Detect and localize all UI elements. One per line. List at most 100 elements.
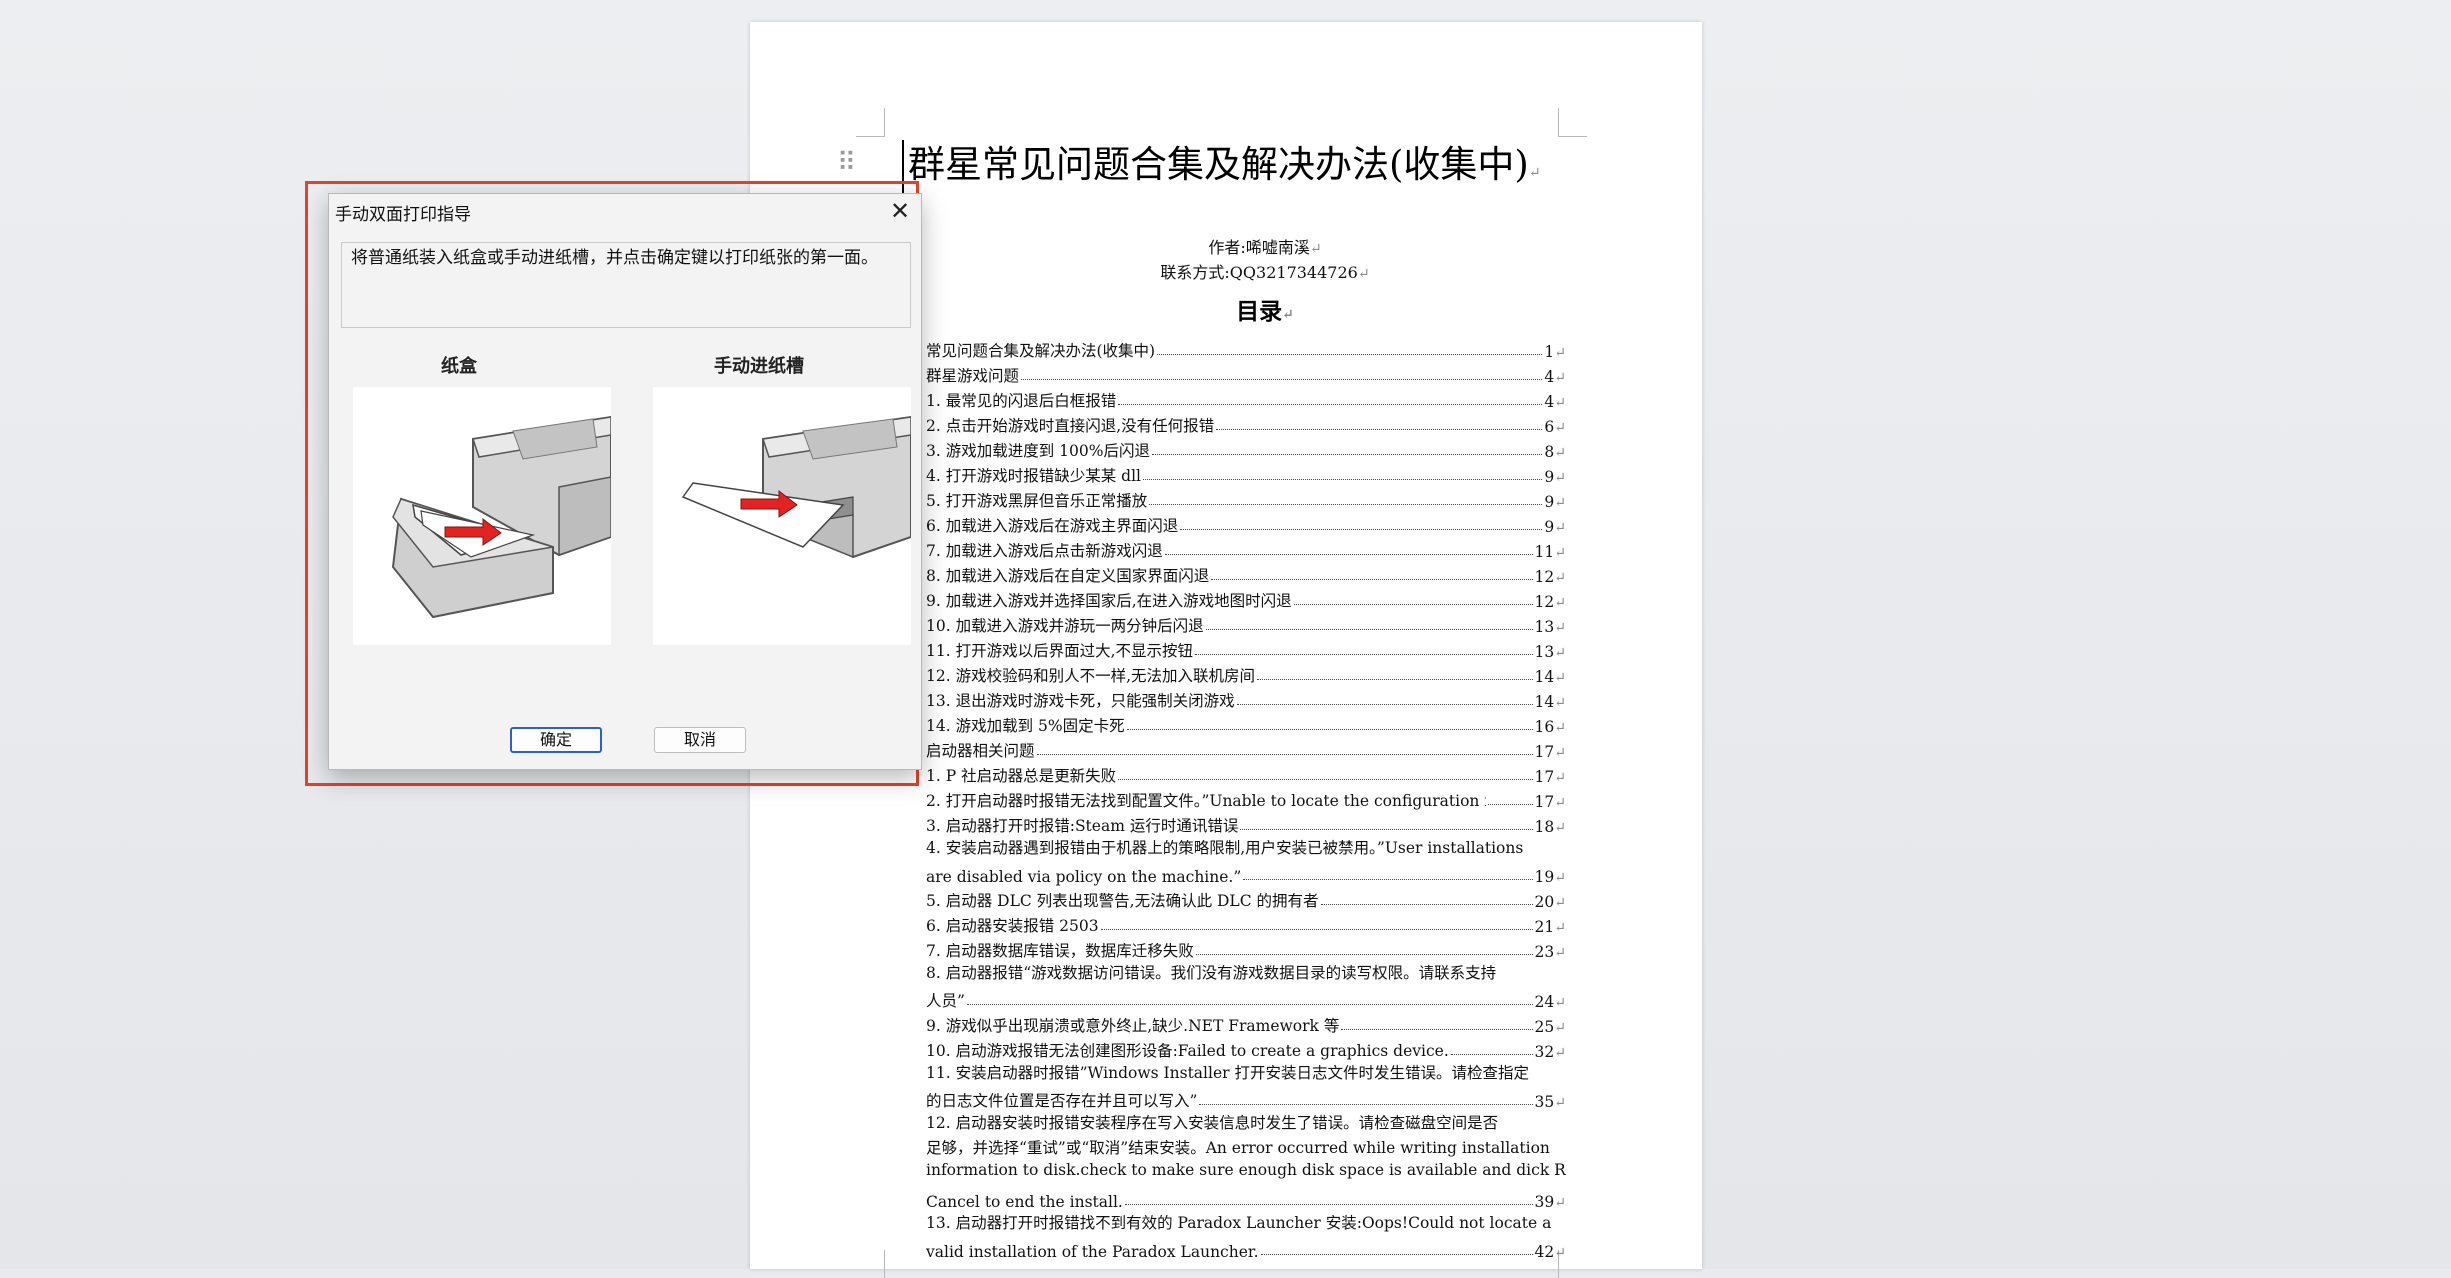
toc-entry-text: 9. 加载进入游戏并选择国家后,在进入游戏地图时闪退 [926,592,1292,610]
toc-entry[interactable]: 1. 最常见的闪退后白框报错 4 ↵ [926,386,1566,411]
paragraph-mark: ↵ [1554,620,1566,636]
toc-entry[interactable]: 2. 点击开始游戏时直接闪退,没有任何报错 6 ↵ [926,411,1566,436]
toc-entry[interactable]: 9. 游戏似乎出现崩溃或意外终止,缺少.NET Framework 等 25 ↵ [926,1011,1566,1036]
ok-button[interactable]: 确定 [510,727,602,753]
toc-entry-text: 2. 打开启动器时报错无法找到配置文件。”Unable to locate th… [926,792,1486,810]
toc-entry[interactable]: valid installation of the Paradox Launch… [926,1236,1566,1261]
toc-entry-text: 7. 启动器数据库错误，数据库迁移失败 [926,942,1194,960]
toc-leader-dots [1151,454,1543,455]
toc-leader-dots [1126,729,1533,730]
toc-entry[interactable]: 1. P 社启动器总是更新失败 17 ↵ [926,761,1566,786]
paragraph-mark: ↵ [1554,470,1566,486]
instruction-text: 将普通纸装入纸盒或手动进纸槽，并点击确定键以打印纸张的第一面。 [351,248,878,268]
toc-page-number: 8 [1544,443,1555,461]
toc-entry-text: 群星游戏问题 [926,367,1020,385]
toc-leader-dots [1100,929,1533,930]
paragraph-mark: ↵ [1554,820,1566,836]
paragraph-mark: ↵ [1554,345,1566,361]
toc-entry-text: 3. 启动器打开时报错:Steam 运行时通讯错误 [926,817,1239,835]
toc-entry-line[interactable]: 11. 安装启动器时报错”Windows Installer 打开安装日志文件时… [926,1061,1566,1086]
table-of-contents: 常见问题合集及解决办法(收集中) 1 ↵ 群星游戏问题 4 ↵ 1. 最常见的闪退后白框报错… [926,336,1566,1261]
paragraph-mark: ↵ [1554,770,1566,786]
toc-page-number: 17 [1534,743,1555,761]
toc-entry[interactable]: 2. 打开启动器时报错无法找到配置文件。”Unable to locate th… [926,786,1566,811]
toc-entry[interactable]: 10. 加载进入游戏并游玩一两分钟后闪退 13 ↵ [926,611,1566,636]
paragraph-mark: ↵ [1554,520,1566,536]
toc-page-number: 12 [1534,568,1555,586]
toc-page-number: 9 [1544,493,1555,511]
toc-leader-dots [1118,404,1543,405]
toc-entry[interactable]: 3. 游戏加载进度到 100%后闪退 8 ↵ [926,436,1566,461]
paragraph-mark: ↵ [1554,720,1566,736]
toc-entry-text: 6. 加载进入游戏后在游戏主界面闪退 [926,517,1179,535]
toc-entry-line[interactable]: information to disk.check to make sure e… [926,1161,1566,1186]
toc-entry[interactable]: 6. 启动器安装报错 2503 21 ↵ [926,911,1566,936]
paragraph-mark: ↵ [1554,1195,1566,1211]
toc-entry[interactable]: 5. 启动器 DLC 列表出现警告,无法确认此 DLC 的拥有者 20 ↵ [926,886,1566,911]
toc-entry-text: 5. 打开游戏黑屏但音乐正常播放 [926,492,1148,510]
dialog-title: 手动双面打印指导 [335,205,471,225]
toc-leader-dots [1157,354,1543,355]
toc-entry[interactable]: 群星游戏问题 4 ↵ [926,361,1566,386]
toc-entry[interactable]: 3. 启动器打开时报错:Steam 运行时通讯错误 18 ↵ [926,811,1566,836]
toc-page-number: 32 [1534,1043,1555,1061]
close-icon[interactable]: ✕ [887,198,913,224]
toc-page-number: 11 [1534,543,1555,561]
toc-entry-text: 2. 点击开始游戏时直接闪退,没有任何报错 [926,417,1215,435]
toc-entry-text: 1. P 社启动器总是更新失败 [926,767,1117,785]
paragraph-mark: ↵ [1554,870,1566,886]
toc-leader-dots [1211,579,1533,580]
toc-entry[interactable]: 启动器相关问题 17 ↵ [926,736,1566,761]
toc-entry[interactable]: 7. 加载进入游戏后点击新游戏闪退 11 ↵ [926,536,1566,561]
paragraph-mark: ↵ [1554,945,1566,961]
toc-entry-text: 12. 游戏校验码和别人不一样,无法加入联机房间 [926,667,1256,685]
toc-page-number: 9 [1544,468,1555,486]
toc-entry-line[interactable]: 13. 启动器打开时报错找不到有效的 Paradox Launcher 安装:O… [926,1211,1566,1236]
paragraph-mark: ↵ [1357,266,1370,282]
paragraph-mark: ↵ [1554,495,1566,511]
toc-page-number: 1 [1544,343,1555,361]
manual-feed-printer-illustration [653,387,911,645]
toc-entry-line[interactable]: 12. 启动器安装时报错安装程序在写入安装信息时发生了错误。请检查磁盘空间是否 [926,1111,1566,1136]
toc-entry[interactable]: 12. 游戏校验码和别人不一样,无法加入联机房间 14 ↵ [926,661,1566,686]
toc-entry[interactable]: 的日志文件位置是否存在并且可以写入” 35 ↵ [926,1086,1566,1111]
toc-page-number: 16 [1534,718,1555,736]
toc-entry[interactable]: 8. 加载进入游戏后在自定义国家界面闪退 12 ↵ [926,561,1566,586]
toc-entry-line[interactable]: 足够，并选择“重试”或“取消”结束安装。An error occurred wh… [926,1136,1566,1161]
toc-page-number: 13 [1534,618,1555,636]
toc-entry[interactable]: 9. 加载进入游戏并选择国家后,在进入游戏地图时闪退 12 ↵ [926,586,1566,611]
toc-page-number: 21 [1534,918,1555,936]
toc-page-number: 14 [1534,693,1555,711]
cancel-button[interactable]: 取消 [654,727,746,753]
toc-entry[interactable]: 6. 加载进入游戏后在游戏主界面闪退 9 ↵ [926,511,1566,536]
toc-entry[interactable]: 5. 打开游戏黑屏但音乐正常播放 9 ↵ [926,486,1566,511]
toc-entry[interactable]: 11. 打开游戏以后界面过大,不显示按钮 13 ↵ [926,636,1566,661]
toc-page-number: 17 [1534,793,1555,811]
toc-entry[interactable]: 10. 启动游戏报错无法创建图形设备:Failed to create a gr… [926,1036,1566,1061]
document-title: 群星常见问题合集及解决办法(收集中)↵ [902,140,1608,198]
toc-entry[interactable]: 13. 退出游戏时游戏卡死，只能强制关闭游戏 14 ↵ [926,686,1566,711]
toc-leader-dots [1293,604,1533,605]
toc-entry-line[interactable]: 8. 启动器报错“游戏数据访问错误。我们没有游戏数据目录的读写权限。请联系支持 [926,961,1566,986]
toc-page-number: 42 [1534,1243,1555,1261]
toc-entry[interactable]: 4. 打开游戏时报错缺少某某 dll 9 ↵ [926,461,1566,486]
toc-page-number: 19 [1534,868,1555,886]
toc-entry[interactable]: 7. 启动器数据库错误，数据库迁移失败 23 ↵ [926,936,1566,961]
toc-entry[interactable]: Cancel to end the install. 39 ↵ [926,1186,1566,1211]
toc-entry-text: 1. 最常见的闪退后白框报错 [926,392,1117,410]
toc-page-number: 23 [1534,943,1555,961]
paragraph-mark: ↵ [1554,895,1566,911]
toc-entry-text: 13. 退出游戏时游戏卡死，只能强制关闭游戏 [926,692,1235,710]
drag-handle-icon[interactable]: ⠿ [837,150,856,176]
paragraph-mark: ↵ [1554,1045,1566,1061]
toc-entry[interactable]: are disabled via policy on the machine.”… [926,861,1566,886]
toc-leader-dots [1488,804,1533,805]
toc-entry[interactable]: 常见问题合集及解决办法(收集中) 1 ↵ [926,336,1566,361]
toc-entry[interactable]: 14. 游戏加载到 5%固定卡死 16 ↵ [926,711,1566,736]
toc-leader-dots [1149,504,1543,505]
paragraph-mark: ↵ [1554,695,1566,711]
toc-entry[interactable]: 人员” 24 ↵ [926,986,1566,1011]
toc-entry-line[interactable]: 4. 安装启动器遇到报错由于机器上的策略限制,用户安装已被禁用。”User in… [926,836,1566,861]
paragraph-mark: ↵ [1554,395,1566,411]
margin-corner-bottom-left [856,1250,885,1278]
